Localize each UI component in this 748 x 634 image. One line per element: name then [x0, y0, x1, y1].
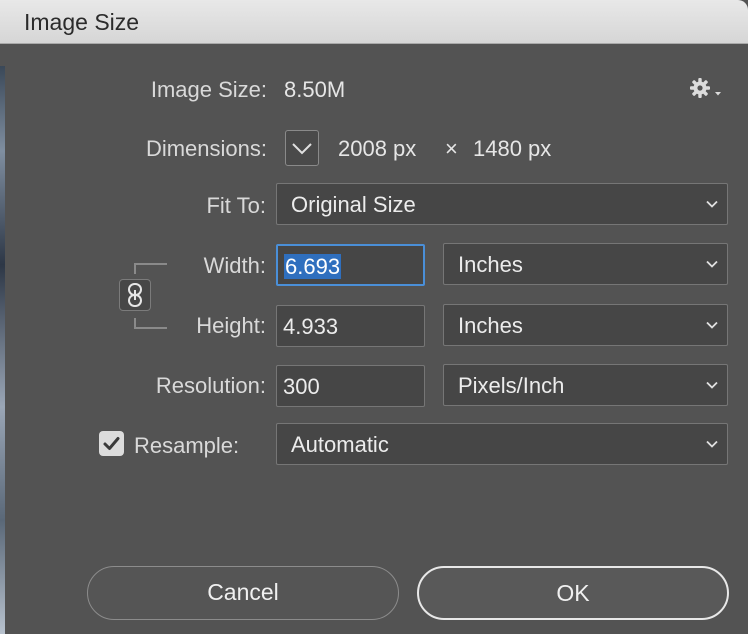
chevron-down-icon: [706, 440, 718, 448]
chevron-down-icon: [706, 321, 718, 329]
width-unit-select[interactable]: Inches: [443, 243, 728, 285]
image-size-value: 8.50M: [284, 77, 346, 102]
resample-select[interactable]: Automatic: [276, 423, 728, 465]
width-value: 6.693: [284, 254, 342, 279]
chevron-down-icon: [706, 260, 718, 268]
dimensions-label: Dimensions:: [145, 136, 267, 161]
resolution-unit-select[interactable]: Pixels/Inch: [443, 364, 728, 406]
resolution-unit-value: Pixels/Inch: [458, 373, 565, 398]
height-unit-select[interactable]: Inches: [443, 304, 728, 346]
resolution-value: 300: [283, 374, 320, 399]
cancel-button[interactable]: Cancel: [87, 566, 399, 620]
resolution-input[interactable]: 300: [276, 365, 425, 407]
resolution-label: Resolution:: [155, 373, 266, 398]
width-label: Width:: [203, 253, 266, 278]
dimensions-width: 2008 px: [338, 136, 417, 161]
dimensions-height: 1480 px: [473, 136, 552, 161]
image-preview-edge: [0, 66, 5, 634]
height-input[interactable]: 4.933: [276, 305, 425, 347]
chevron-down-icon: [706, 381, 718, 389]
title-bar: Image Size: [0, 0, 748, 44]
resample-checkbox[interactable]: [99, 431, 124, 456]
image-size-label: Image Size:: [150, 77, 267, 102]
height-label: Height:: [196, 313, 266, 338]
fit-to-label: Fit To:: [206, 193, 266, 218]
resample-label[interactable]: Resample:: [134, 433, 239, 459]
height-value: 4.933: [283, 314, 339, 339]
chevron-down-icon: [292, 143, 312, 155]
ok-button[interactable]: OK: [417, 566, 729, 620]
height-unit-value: Inches: [458, 313, 523, 338]
gear-icon[interactable]: [688, 76, 724, 102]
checkmark-icon: [103, 437, 120, 450]
dimensions-unit-toggle[interactable]: [285, 130, 319, 166]
width-input[interactable]: 6.693: [276, 244, 425, 286]
constrain-proportions-button[interactable]: [119, 279, 151, 311]
chevron-down-icon: [706, 200, 718, 208]
fit-to-value: Original Size: [291, 192, 416, 217]
width-unit-value: Inches: [458, 252, 523, 277]
window-title: Image Size: [24, 9, 140, 35]
resample-value: Automatic: [291, 432, 389, 457]
dimensions-times: ×: [445, 136, 458, 161]
fit-to-select[interactable]: Original Size: [276, 183, 728, 225]
chain-link-icon: [128, 283, 142, 307]
